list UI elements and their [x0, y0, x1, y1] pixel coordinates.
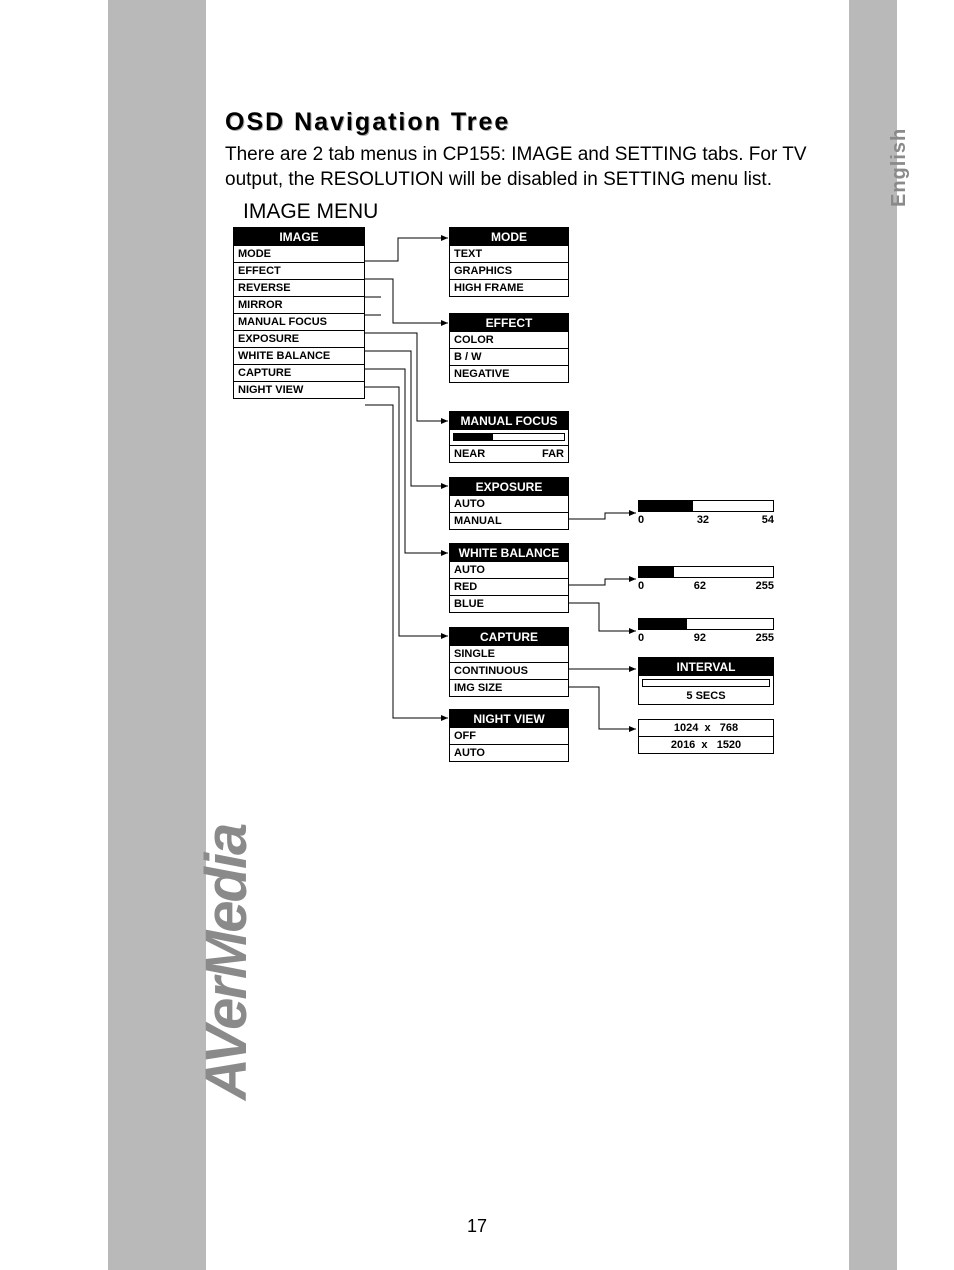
- wb-red-slider-box: 0 62 255: [638, 566, 774, 592]
- menu-item: CONTINUOUS: [450, 663, 568, 680]
- night-view-box: NIGHT VIEW OFF AUTO: [449, 709, 569, 762]
- menu-item: GRAPHICS: [450, 263, 568, 280]
- menu-item: SINGLE: [450, 646, 568, 663]
- slider-min: 0: [638, 632, 644, 644]
- near-label: NEAR: [454, 448, 485, 460]
- exposure-slider-box: 0 32 54: [638, 500, 774, 526]
- menu-item: MIRROR: [234, 297, 364, 314]
- menu-item: NEGATIVE: [450, 366, 568, 382]
- menu-item: HIGH FRAME: [450, 280, 568, 296]
- mode-header: MODE: [450, 228, 568, 246]
- menu-item: BLUE: [450, 596, 568, 612]
- menu-item: EFFECT: [234, 263, 364, 280]
- page-title: OSD Navigation Tree: [225, 108, 825, 137]
- menu-diagram: IMAGE MODE EFFECT REVERSE MIRROR MANUAL …: [233, 227, 793, 767]
- slider-min: 0: [638, 580, 644, 592]
- interval-header: INTERVAL: [639, 658, 773, 676]
- slider-val: 92: [694, 632, 706, 644]
- capture-header: CAPTURE: [450, 628, 568, 646]
- manual-focus-header: MANUAL FOCUS: [450, 412, 568, 430]
- page-content: OSD Navigation Tree There are 2 tab menu…: [225, 108, 825, 767]
- slider-val: 32: [697, 514, 709, 526]
- slider-max: 255: [756, 580, 774, 592]
- manual-focus-box: MANUAL FOCUS NEAR FAR: [449, 411, 569, 463]
- menu-item: COLOR: [450, 332, 568, 349]
- white-balance-box: WHITE BALANCE AUTO RED BLUE: [449, 543, 569, 613]
- menu-item: WHITE BALANCE: [234, 348, 364, 365]
- resolution-opt: 1024 x 768: [639, 720, 773, 737]
- menu-item: OFF: [450, 728, 568, 745]
- menu-item: MANUAL: [450, 513, 568, 529]
- capture-box: CAPTURE SINGLE CONTINUOUS IMG SIZE: [449, 627, 569, 697]
- resolution-opt: 2016 x 1520: [639, 737, 773, 753]
- menu-item: MANUAL FOCUS: [234, 314, 364, 331]
- effect-submenu-box: EFFECT COLOR B / W NEGATIVE: [449, 313, 569, 383]
- menu-item: CAPTURE: [234, 365, 364, 382]
- subheading: IMAGE MENU: [243, 200, 825, 224]
- exposure-box: EXPOSURE AUTO MANUAL: [449, 477, 569, 530]
- image-menu-box: IMAGE MODE EFFECT REVERSE MIRROR MANUAL …: [233, 227, 365, 399]
- menu-item: RED: [450, 579, 568, 596]
- menu-item: REVERSE: [234, 280, 364, 297]
- mode-submenu-box: MODE TEXT GRAPHICS HIGH FRAME: [449, 227, 569, 297]
- image-header: IMAGE: [234, 228, 364, 246]
- far-label: FAR: [542, 448, 564, 460]
- slider-max: 54: [762, 514, 774, 526]
- menu-item: AUTO: [450, 496, 568, 513]
- effect-header: EFFECT: [450, 314, 568, 332]
- menu-item: AUTO: [450, 562, 568, 579]
- slider-min: 0: [638, 514, 644, 526]
- menu-item: B / W: [450, 349, 568, 366]
- language-label: English: [888, 128, 911, 207]
- white-balance-header: WHITE BALANCE: [450, 544, 568, 562]
- night-view-header: NIGHT VIEW: [450, 710, 568, 728]
- interval-value: 5 SECS: [639, 690, 773, 704]
- resolution-box: 1024 x 768 2016 x 1520: [638, 719, 774, 754]
- page-number: 17: [0, 1216, 954, 1237]
- menu-item: MODE: [234, 246, 364, 263]
- menu-item: AUTO: [450, 745, 568, 761]
- menu-item: TEXT: [450, 246, 568, 263]
- slider-val: 62: [694, 580, 706, 592]
- brand-logo: AVerMedia: [193, 825, 260, 1100]
- exposure-header: EXPOSURE: [450, 478, 568, 496]
- left-sidebar: [108, 0, 206, 1270]
- menu-item: NIGHT VIEW: [234, 382, 364, 398]
- wb-blue-slider-box: 0 92 255: [638, 618, 774, 644]
- interval-box: INTERVAL 5 SECS: [638, 657, 774, 705]
- menu-item: IMG SIZE: [450, 680, 568, 696]
- page-description: There are 2 tab menus in CP155: IMAGE an…: [225, 143, 825, 192]
- slider-max: 255: [756, 632, 774, 644]
- menu-item: EXPOSURE: [234, 331, 364, 348]
